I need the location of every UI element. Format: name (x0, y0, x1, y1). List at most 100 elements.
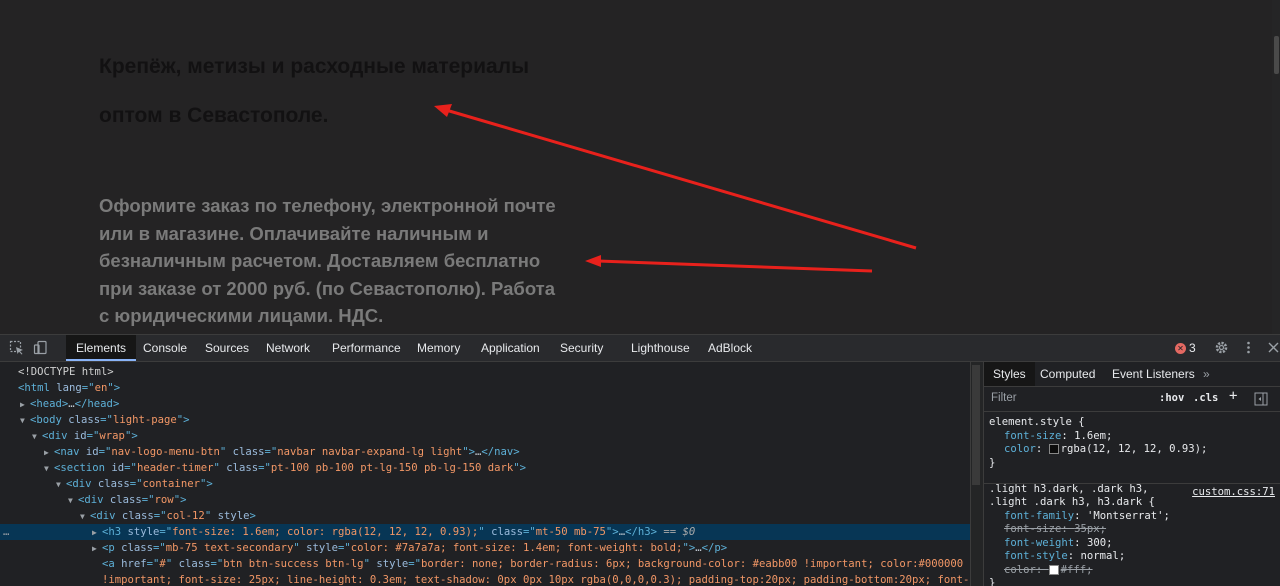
dom-token: row (154, 494, 174, 506)
error-count-badge[interactable]: ✕ 3 (1175, 341, 1196, 355)
dom-token: col-12 (166, 510, 205, 522)
collapse-triangle-icon[interactable]: ▼ (44, 461, 54, 477)
tab-lighthouse[interactable]: Lighthouse (631, 335, 690, 361)
css-declaration[interactable]: font-size: 1.6em; (1004, 430, 1280, 444)
collapse-triangle-icon[interactable]: ▼ (68, 493, 78, 509)
dom-node[interactable]: !important; font-size: 25px; line-height… (0, 572, 970, 586)
tab-styles[interactable]: Styles (984, 362, 1035, 386)
tab-network[interactable]: Network (266, 335, 310, 361)
inspect-element-icon[interactable] (9, 340, 24, 355)
dom-tree[interactable]: <!DOCTYPE html> <html lang="en"> ▶ <head>…<… (0, 362, 970, 586)
styles-tabbar: Styles Computed Event Listeners » (984, 362, 1280, 387)
dom-token: lang (56, 382, 82, 394)
close-devtools-icon[interactable] (1266, 340, 1280, 355)
tab-security[interactable]: Security (560, 335, 603, 361)
color-swatch[interactable] (1048, 444, 1059, 454)
dom-token: wrap (99, 430, 125, 442)
collapse-triangle-icon[interactable]: ▼ (80, 509, 90, 525)
tab-sources[interactable]: Sources (205, 335, 249, 361)
dom-node-selected[interactable]: ▶ <h3 style="font-size: 1.6em; color: rgb… (0, 524, 970, 540)
dom-token: =" (258, 462, 271, 474)
dom-node[interactable]: <!DOCTYPE html> (0, 364, 970, 380)
cls-toggle[interactable]: .cls (1193, 392, 1218, 404)
expand-triangle-icon[interactable]: ▶ (92, 525, 102, 541)
dom-token: class (226, 462, 259, 474)
dom-node[interactable]: <a href="#" class="btn btn-success btn-l… (0, 556, 970, 572)
dom-node[interactable]: ▶ <p class="mb-75 text-secondary" style="… (0, 540, 970, 556)
dom-node[interactable]: ▼ <div class="row"> (0, 492, 970, 508)
node-actions-icon[interactable]: … (3, 524, 9, 540)
css-declaration[interactable]: color: rgba(12, 12, 12, 0.93); (1004, 443, 1280, 457)
dom-token: <!DOCTYPE html> (18, 366, 114, 378)
dom-node[interactable]: <html lang="en"> (0, 380, 970, 396)
dom-token: class (97, 478, 130, 490)
dom-token: =" (408, 558, 421, 570)
dom-token: =" (98, 446, 112, 458)
dom-token: "> (682, 542, 696, 554)
dom-token: =" (153, 542, 166, 554)
dom-token: !important; font-size: 25px; line-height… (102, 574, 970, 586)
dom-token: class (109, 494, 142, 506)
device-toolbar-icon[interactable] (33, 340, 48, 355)
dom-token: pt-100 pb-100 pt-lg-150 pb-lg-150 dark (270, 462, 514, 474)
tab-event-listeners[interactable]: Event Listeners (1112, 362, 1195, 386)
dom-token: =" (141, 494, 155, 506)
tab-performance[interactable]: Performance (332, 335, 401, 361)
css-declaration[interactable]: font-weight: 300; (1004, 537, 1280, 551)
dom-token: "> (124, 430, 138, 442)
tab-adblock[interactable]: AdBlock (708, 335, 752, 361)
expand-triangle-icon[interactable]: ▶ (44, 445, 54, 461)
styles-filter-input[interactable]: Filter (991, 392, 1017, 404)
collapse-triangle-icon[interactable]: ▼ (20, 413, 30, 429)
dom-token: </nav> (481, 446, 520, 458)
css-declaration-overridden[interactable]: font-size: 35px; (1004, 523, 1280, 537)
settings-gear-icon[interactable] (1214, 340, 1229, 355)
tab-application[interactable]: Application (481, 335, 540, 361)
dom-token: "> (107, 382, 121, 394)
dom-token: <p (102, 542, 122, 554)
dom-node[interactable]: ▼ <div class="col-12" style> (0, 508, 970, 524)
tab-computed[interactable]: Computed (1040, 362, 1095, 386)
dom-node[interactable]: ▼ <div id="wrap"> (0, 428, 970, 444)
css-declaration-overridden[interactable]: color: #fff; (1004, 564, 1280, 578)
dom-token: class (121, 510, 154, 522)
dom-token: =" (86, 430, 100, 442)
color-swatch[interactable] (1048, 565, 1059, 575)
devtools-tabbar: Elements Console Sources Network Perform… (0, 335, 1280, 362)
dom-token: <div (42, 430, 74, 442)
dom-node[interactable]: ▶ <nav id="nav-logo-menu-btn" class="navb… (0, 444, 970, 460)
dom-tree-scrollbar-thumb[interactable] (972, 365, 980, 485)
dom-token: =" (124, 462, 137, 474)
expand-triangle-icon[interactable]: ▶ (92, 541, 102, 557)
new-style-rule-icon[interactable]: + (1229, 388, 1237, 404)
dom-token: </h3> (625, 526, 657, 538)
dom-token: <section (54, 462, 112, 474)
arrow-to-heading (434, 104, 917, 250)
more-tabs-icon[interactable]: » (1203, 362, 1210, 386)
hov-toggle[interactable]: :hov (1159, 392, 1184, 404)
dom-token: " (219, 446, 233, 458)
dom-token: <div (90, 510, 122, 522)
collapse-triangle-icon[interactable]: ▼ (56, 477, 66, 493)
dom-token: =" (129, 478, 143, 490)
page-scrollbar-thumb[interactable] (1274, 36, 1279, 74)
toggle-sidebar-icon[interactable] (1254, 392, 1268, 406)
dom-node[interactable]: ▼ <body class="light-page"> (0, 412, 970, 428)
dom-token: =" (100, 414, 113, 426)
dom-node[interactable]: ▶ <head>…</head> (0, 396, 970, 412)
dom-token: <h3 (102, 526, 128, 538)
dom-node[interactable]: ▼ <div class="container"> (0, 476, 970, 492)
collapse-triangle-icon[interactable]: ▼ (32, 429, 42, 445)
dom-node[interactable]: ▼ <section id="header-timer" class="pt-10… (0, 460, 970, 476)
css-declaration[interactable]: font-family: 'Montserrat'; (1004, 510, 1280, 524)
tab-elements[interactable]: Elements (66, 335, 137, 361)
css-declaration[interactable]: font-style: normal; (1004, 550, 1280, 564)
expand-triangle-icon[interactable]: ▶ (20, 397, 30, 413)
dom-token: "> (176, 414, 190, 426)
more-options-icon[interactable] (1241, 340, 1256, 355)
dom-token: "> (199, 478, 213, 490)
dom-token: "> (173, 494, 187, 506)
tab-console[interactable]: Console (143, 335, 187, 361)
dom-token: <head> (30, 398, 69, 410)
tab-memory[interactable]: Memory (417, 335, 460, 361)
